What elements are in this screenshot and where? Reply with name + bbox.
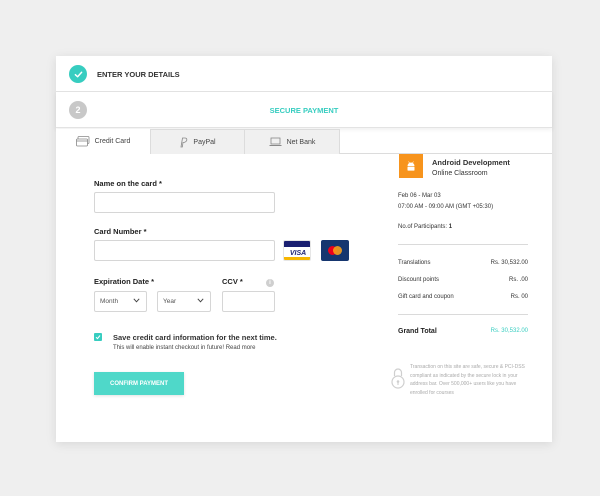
divider [398, 244, 528, 245]
paypal-icon [179, 137, 188, 148]
step1-title: ENTER YOUR DETAILS [97, 70, 180, 79]
secure-note: Transaction on this site are safe, secur… [410, 364, 525, 396]
year-select[interactable]: Year [157, 291, 211, 312]
row-gift-label: Gift card and coupon [398, 294, 454, 300]
divider [398, 314, 528, 315]
row-translations-label: Translations [398, 260, 431, 266]
step2-title: SECURE PAYMENT [269, 106, 339, 115]
participants-label: No.of Participants: [398, 224, 448, 230]
participants-value: 1 [448, 224, 453, 230]
confirm-payment-button[interactable]: CONFIRM PAYMENT [94, 372, 184, 395]
mastercard-icon [321, 240, 349, 261]
android-icon [399, 154, 423, 178]
save-card-subtext: This will enable instant checkout in fut… [113, 345, 256, 351]
participants: No.of Participants: 1 [398, 224, 452, 230]
tab-paypal[interactable]: PayPal [150, 129, 245, 154]
tab-paypal-label: PayPal [193, 138, 216, 146]
info-icon[interactable]: i [266, 279, 274, 287]
tab-net-bank-label: Net Bank [286, 138, 316, 146]
row-translations-value: Rs. 30,532.00 [490, 260, 528, 266]
ccv-label: CCV * [222, 277, 243, 286]
tab-net-bank[interactable]: Net Bank [245, 129, 340, 154]
card-number-input[interactable] [94, 240, 275, 261]
checkout-card: ENTER YOUR DETAILS 2 SECURE PAYMENT Cred… [56, 56, 552, 442]
grand-total-label: Grand Total [398, 328, 437, 335]
ccv-input[interactable] [222, 291, 275, 312]
row-discount-label: Discount points [398, 277, 440, 283]
course-dates: Feb 06 - Mar 03 [398, 193, 441, 199]
grand-total-value: Rs. 30,532.00 [490, 328, 528, 334]
month-select[interactable]: Month [94, 291, 147, 312]
visa-icon: VISA [283, 240, 311, 261]
row-discount-value: Rs. .00 [508, 277, 528, 283]
course-subtitle: Online Classroom [432, 170, 488, 177]
step-enter-details[interactable]: ENTER YOUR DETAILS [56, 56, 552, 92]
svg-text:VISA: VISA [290, 250, 306, 257]
month-select-value: Month [100, 298, 119, 305]
chevron-down-icon [197, 298, 204, 305]
credit-card-icon [75, 136, 90, 147]
tab-credit-card[interactable]: Credit Card [56, 129, 150, 154]
tab-credit-card-label: Credit Card [94, 138, 131, 145]
card-number-label: Card Number * [94, 227, 147, 236]
save-card-label: Save credit card information for the nex… [113, 333, 277, 342]
course-title: Android Development [432, 158, 510, 167]
year-select-value: Year [163, 298, 177, 305]
lock-icon [391, 366, 405, 395]
step-secure-payment: 2 SECURE PAYMENT [56, 92, 552, 128]
course-time: 07:00 AM - 09:00 AM (GMT +05:30) [398, 204, 494, 210]
chevron-down-icon [133, 298, 140, 305]
check-icon [69, 65, 87, 83]
laptop-icon [269, 137, 282, 147]
name-on-card-input[interactable] [94, 192, 275, 213]
name-on-card-label: Name on the card * [94, 179, 162, 188]
row-gift-value: Rs. 00 [510, 294, 528, 300]
save-card-checkbox[interactable] [94, 333, 102, 341]
payment-tabs: Credit Card PayPal Net Bank [56, 128, 552, 154]
expiration-date-label: Expiration Date * [94, 277, 155, 286]
